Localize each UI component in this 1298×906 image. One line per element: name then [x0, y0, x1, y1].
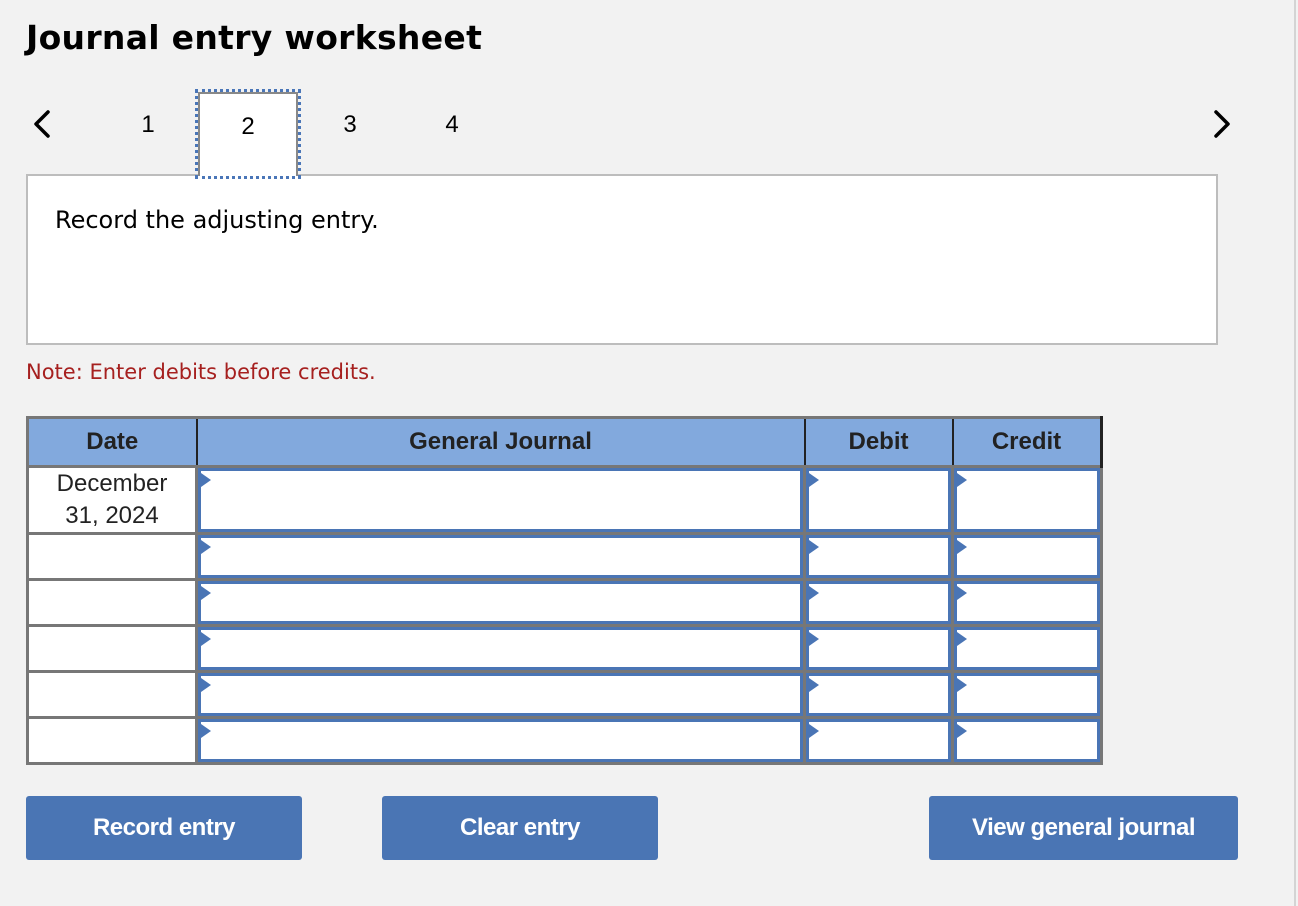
debit-input[interactable] — [806, 581, 951, 624]
debit-cell — [803, 624, 954, 673]
credit-cell — [951, 670, 1103, 719]
header-debit: Debit — [803, 416, 954, 468]
account-cell — [195, 670, 806, 719]
table-row — [26, 624, 1103, 673]
view-general-journal-button[interactable]: View general journal — [929, 796, 1238, 860]
account-cell — [195, 716, 806, 765]
account-cell — [195, 465, 806, 535]
table-row — [26, 670, 1103, 719]
credit-input[interactable] — [954, 719, 1100, 762]
chevron-right-icon — [1214, 110, 1230, 138]
previous-button[interactable] — [28, 104, 58, 144]
note-text: Note: Enter debits before credits. — [26, 360, 376, 384]
debit-input[interactable] — [806, 535, 951, 578]
tab-4[interactable]: 4 — [402, 92, 502, 176]
account-input[interactable] — [198, 468, 803, 532]
header-credit: Credit — [951, 416, 1103, 468]
account-cell — [195, 578, 806, 627]
journal-entry-table: Date General Journal Debit Credit Decemb… — [26, 416, 1103, 765]
record-entry-button[interactable]: Record entry — [26, 796, 302, 860]
account-input[interactable] — [198, 673, 803, 716]
tab-3[interactable]: 3 — [300, 92, 400, 176]
debit-input[interactable] — [806, 468, 951, 532]
table-row: December 31, 2024 — [26, 465, 1103, 535]
debit-input[interactable] — [806, 627, 951, 670]
instructions-text: Record the adjusting entry. — [55, 206, 379, 234]
table-row — [26, 532, 1103, 581]
clear-entry-button[interactable]: Clear entry — [382, 796, 658, 860]
next-button[interactable] — [1206, 104, 1236, 144]
table-row — [26, 716, 1103, 765]
credit-cell — [951, 532, 1103, 581]
debit-cell — [803, 578, 954, 627]
table-header-row: Date General Journal Debit Credit — [26, 416, 1103, 468]
date-cell — [26, 670, 198, 719]
credit-cell — [951, 624, 1103, 673]
table-row — [26, 578, 1103, 627]
debit-cell — [803, 670, 954, 719]
debit-input[interactable] — [806, 719, 951, 762]
date-cell — [26, 578, 198, 627]
instructions-panel: Record the adjusting entry. — [26, 174, 1218, 345]
credit-cell — [951, 578, 1103, 627]
date-line-1: December — [56, 470, 168, 497]
debit-input[interactable] — [806, 673, 951, 716]
account-input[interactable] — [198, 627, 803, 670]
scrollbar-edge — [1294, 0, 1296, 906]
credit-input[interactable] — [954, 468, 1100, 532]
credit-input[interactable] — [954, 581, 1100, 624]
account-input[interactable] — [198, 535, 803, 578]
debit-cell — [803, 465, 954, 535]
account-input[interactable] — [198, 581, 803, 624]
tab-2-active[interactable]: 2 — [195, 89, 301, 179]
credit-input[interactable] — [954, 673, 1100, 716]
credit-input[interactable] — [954, 535, 1100, 578]
debit-cell — [803, 532, 954, 581]
header-date: Date — [26, 416, 198, 468]
account-cell — [195, 532, 806, 581]
credit-cell — [951, 716, 1103, 765]
header-general-journal: General Journal — [195, 416, 806, 468]
date-cell — [26, 716, 198, 765]
page-title: Journal entry worksheet — [26, 18, 483, 57]
account-cell — [195, 624, 806, 673]
date-line-2: 31, 2024 — [65, 502, 159, 529]
chevron-left-icon — [34, 110, 50, 138]
tab-1[interactable]: 1 — [98, 92, 198, 176]
account-input[interactable] — [198, 719, 803, 762]
date-cell — [26, 624, 198, 673]
credit-input[interactable] — [954, 627, 1100, 670]
debit-cell — [803, 716, 954, 765]
date-cell: December 31, 2024 — [26, 465, 198, 535]
credit-cell — [951, 465, 1103, 535]
date-cell — [26, 532, 198, 581]
